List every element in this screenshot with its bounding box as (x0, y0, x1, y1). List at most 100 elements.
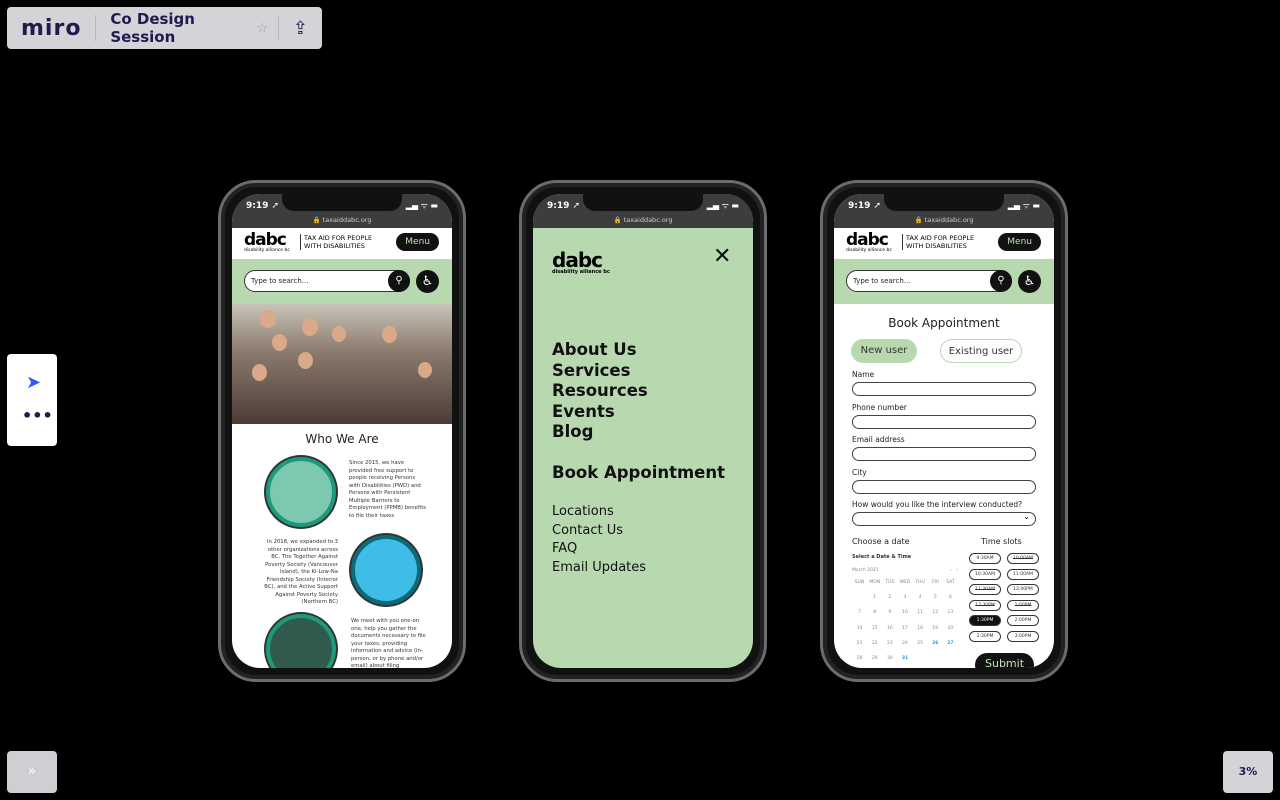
calendar-day[interactable]: 22 (867, 641, 882, 646)
zoom-level[interactable]: 3% (1223, 751, 1273, 793)
calendar-week: 21 22 23 24 25 26 27 (852, 636, 958, 651)
nav-item[interactable]: Email Updates (552, 560, 646, 575)
tagline: TAX AID FOR PEOPLE WITH DISABILITIES (300, 234, 372, 250)
dabc-logo[interactable]: dabc disability alliance bc (244, 232, 290, 254)
text-input[interactable] (852, 414, 1036, 429)
calendar-day[interactable]: 23 (882, 641, 897, 646)
calendar-day[interactable]: 4 (913, 595, 928, 600)
calendar-day[interactable]: 21 (852, 641, 867, 646)
signal-icons: ▂▄ ᯤ ▬ (706, 201, 739, 210)
calendar-day[interactable]: 5 (928, 595, 943, 600)
status-bar: 9:19 ➚ ▂▄ ᯤ ▬ 🔒 taxaiddabc.org (533, 194, 753, 228)
nav-item[interactable]: FAQ (552, 541, 577, 556)
search-icon[interactable]: ⚲ (388, 270, 410, 292)
calendar-day[interactable]: 28 (852, 656, 867, 661)
calendar-day[interactable]: 30 (882, 656, 897, 661)
nav-item[interactable]: About Us (552, 340, 637, 359)
time-slot[interactable]: 1:30PM (969, 615, 1001, 626)
time-slot[interactable]: 3:00PM (1007, 630, 1039, 642)
board-title[interactable]: Co Design Session (96, 10, 256, 46)
menu-button[interactable]: Menu (998, 233, 1041, 251)
nav-item[interactable]: Locations (552, 504, 614, 519)
calendar-day[interactable]: 27 (943, 641, 958, 646)
expand-button[interactable]: » (7, 751, 57, 793)
calendar-day[interactable]: 26 (928, 641, 943, 646)
choose-date-label: Choose a date (852, 537, 910, 546)
calendar-week: 7 8 9 10 11 12 13 (852, 605, 958, 620)
calendar-day[interactable]: 17 (897, 626, 912, 631)
calendar-day[interactable]: 16 (882, 626, 897, 631)
submit-button[interactable]: Submit (975, 653, 1034, 668)
calendar-day[interactable]: 1 (867, 595, 882, 600)
calendar-day[interactable]: 10 (897, 610, 912, 615)
weekday: FRI (931, 580, 939, 586)
accessibility-icon[interactable]: ♿︎ (1018, 270, 1041, 293)
text-input[interactable] (852, 382, 1036, 396)
signal-icons: ▂▄ ᯤ ▬ (405, 201, 438, 210)
calendar-day[interactable]: 9 (882, 610, 897, 615)
url-bar[interactable]: 🔒 taxaiddabc.org (834, 216, 1054, 224)
star-icon[interactable]: ☆ (256, 21, 278, 36)
month-nav-icon[interactable]: ‹ › (950, 568, 958, 573)
time-slot[interactable]: 9:30AM (969, 553, 1001, 564)
search-input[interactable]: Type to search... (846, 270, 1012, 292)
share-upload-icon[interactable]: ⇪ (279, 18, 322, 39)
calendar-day[interactable]: 19 (928, 626, 943, 631)
interview-select[interactable]: ⌄ (852, 512, 1036, 526)
nav-item[interactable]: Services (552, 361, 630, 380)
url-bar[interactable]: 🔒 taxaiddabc.org (232, 216, 452, 224)
calendar-day[interactable]: 15 (867, 626, 882, 631)
nav-item[interactable]: Contact Us (552, 523, 623, 538)
dabc-logo[interactable]: dabc disability alliance bc (552, 250, 610, 275)
calendar-day[interactable]: 29 (867, 656, 882, 661)
time-slot: 1:00PM (1007, 599, 1039, 611)
more-icon[interactable]: ••• (22, 406, 53, 425)
calendar-day[interactable]: 20 (943, 626, 958, 631)
search-band: Type to search... ⚲ ♿︎ (834, 259, 1054, 304)
nav-item[interactable]: Resources (552, 381, 648, 400)
calendar-day[interactable]: 24 (897, 641, 912, 646)
status-bar: 9:19 ➚ ▂▄ ᯤ ▬ 🔒 taxaiddabc.org (232, 194, 452, 228)
existing-user-button[interactable]: Existing user (940, 339, 1022, 363)
time-slot[interactable]: 11:00AM (1007, 568, 1039, 580)
weekday: WED (899, 580, 911, 586)
menu-button[interactable]: Menu (396, 233, 439, 251)
search-icon[interactable]: ⚲ (990, 270, 1012, 292)
calendar-day[interactable]: 6 (943, 595, 958, 600)
nav-item[interactable]: Blog (552, 422, 593, 441)
new-user-button[interactable]: New user (851, 339, 917, 363)
calendar-day[interactable]: 11 (913, 610, 928, 615)
cursor-select-icon[interactable]: ➤ (26, 372, 41, 393)
status-bar: 9:19 ➚ ▂▄ ᯤ ▬ 🔒 taxaiddabc.org (834, 194, 1054, 228)
nav-item[interactable]: Events (552, 402, 615, 421)
calendar-day[interactable]: 3 (897, 595, 912, 600)
calendar-day[interactable]: 31 (897, 656, 912, 661)
calendar-day[interactable]: 8 (867, 610, 882, 615)
accessibility-icon[interactable]: ♿︎ (416, 270, 439, 293)
weekday-header: SUN MON TUE WED THU FRI SAT (852, 575, 958, 590)
time-slot: 12:30PM (969, 599, 1001, 611)
dabc-logo[interactable]: dabc disability alliance bc (846, 232, 892, 254)
miro-board-header: miro Co Design Session ☆ ⇪ (7, 7, 322, 49)
calendar-day[interactable]: 14 (852, 626, 867, 631)
nav-book-appointment[interactable]: Book Appointment (552, 463, 725, 482)
url-bar[interactable]: 🔒 taxaiddabc.org (533, 216, 753, 224)
calendar-day[interactable]: 18 (913, 626, 928, 631)
time-slot[interactable]: 2:00PM (1007, 615, 1039, 626)
miro-logo[interactable]: miro (7, 16, 95, 41)
text-input[interactable] (852, 447, 1036, 461)
calendar-day[interactable]: 25 (913, 641, 928, 646)
close-icon[interactable]: ✕ (713, 244, 731, 269)
calendar-day[interactable]: 13 (943, 610, 958, 615)
calendar-day[interactable]: 12 (928, 610, 943, 615)
site-header: dabc disability alliance bc TAX AID FOR P… (834, 228, 1054, 259)
time-slot[interactable]: 12:00PM (1007, 584, 1039, 595)
calendar-week: 123456 (852, 590, 958, 605)
calendar-month: March 2021 (852, 568, 879, 573)
calendar-day[interactable]: 2 (882, 595, 897, 600)
time-slot[interactable]: 10:30AM (969, 568, 1001, 580)
calendar-day[interactable]: 7 (852, 610, 867, 615)
time-slot[interactable]: 2:30PM (969, 630, 1001, 642)
search-input[interactable]: Type to search... (244, 270, 410, 292)
text-input[interactable] (852, 479, 1036, 494)
